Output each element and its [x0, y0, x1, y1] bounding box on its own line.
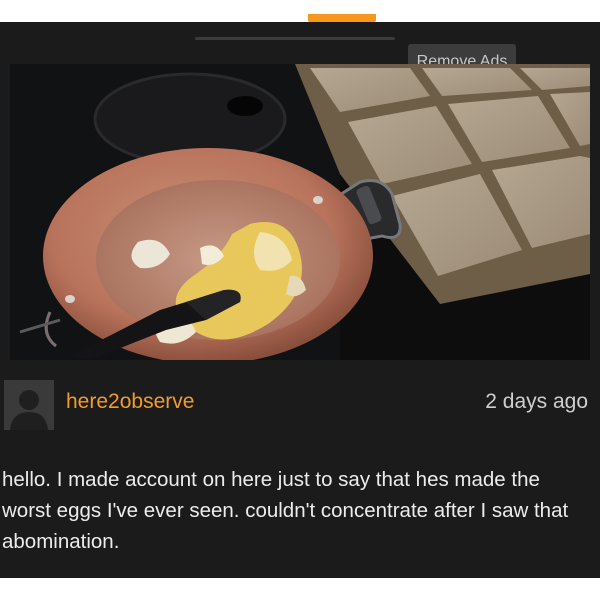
- comment-text: hello. I made account on here just to sa…: [2, 468, 569, 553]
- video-frame-image: [10, 64, 590, 360]
- video-player[interactable]: [10, 64, 590, 360]
- default-user-icon: [4, 380, 54, 430]
- comment-username[interactable]: here2observe: [66, 390, 194, 414]
- scroll-indicator: [195, 37, 395, 40]
- comment-header: here2observe 2 days ago: [0, 378, 600, 432]
- avatar[interactable]: [4, 380, 54, 430]
- orange-tab-indicator: [308, 14, 376, 22]
- comment-timestamp: 2 days ago: [485, 390, 588, 413]
- top-white-bar: [0, 0, 600, 22]
- bottom-white-bar: [0, 578, 600, 600]
